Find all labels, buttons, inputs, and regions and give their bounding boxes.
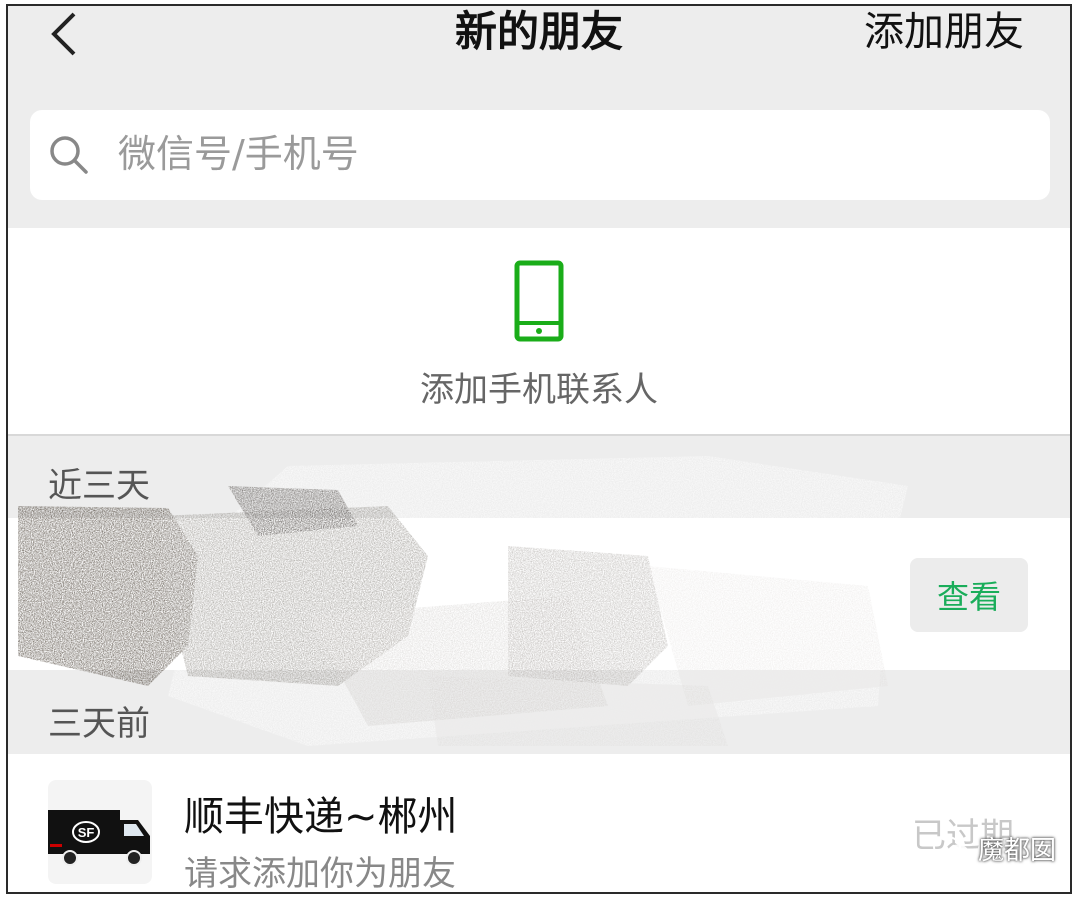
friend-request-row-expired[interactable]: SF 顺丰快递~郴州 请求添加你为朋友 已过期 [8,754,1070,894]
screenshot-frame: 新的朋友 添加朋友 添加手机联系人 近三天 查看 三天前 [6,4,1072,894]
watermark-text: 魔都囡 [977,836,1056,866]
watermark: 魔都囡 [932,830,1056,867]
delivery-truck-icon: SF [48,810,150,866]
add-friend-button[interactable]: 添加朋友 [864,6,1024,58]
search-icon [50,136,88,174]
redaction-scribble [18,456,908,746]
avatar: SF [48,780,152,884]
wechat-logo-icon [932,835,969,861]
avatar-logo-text: SF [78,825,95,840]
nav-bar: 新的朋友 添加朋友 [8,6,1070,106]
search-bar[interactable] [30,110,1050,200]
phone-icon [514,260,564,342]
add-phone-contacts-label: 添加手机联系人 [420,370,658,410]
add-phone-contacts[interactable]: 添加手机联系人 [8,228,1070,436]
search-input[interactable] [118,124,998,184]
request-sender-name: 顺丰快递~郴州 [184,794,458,840]
request-message: 请求添加你为朋友 [184,854,456,894]
